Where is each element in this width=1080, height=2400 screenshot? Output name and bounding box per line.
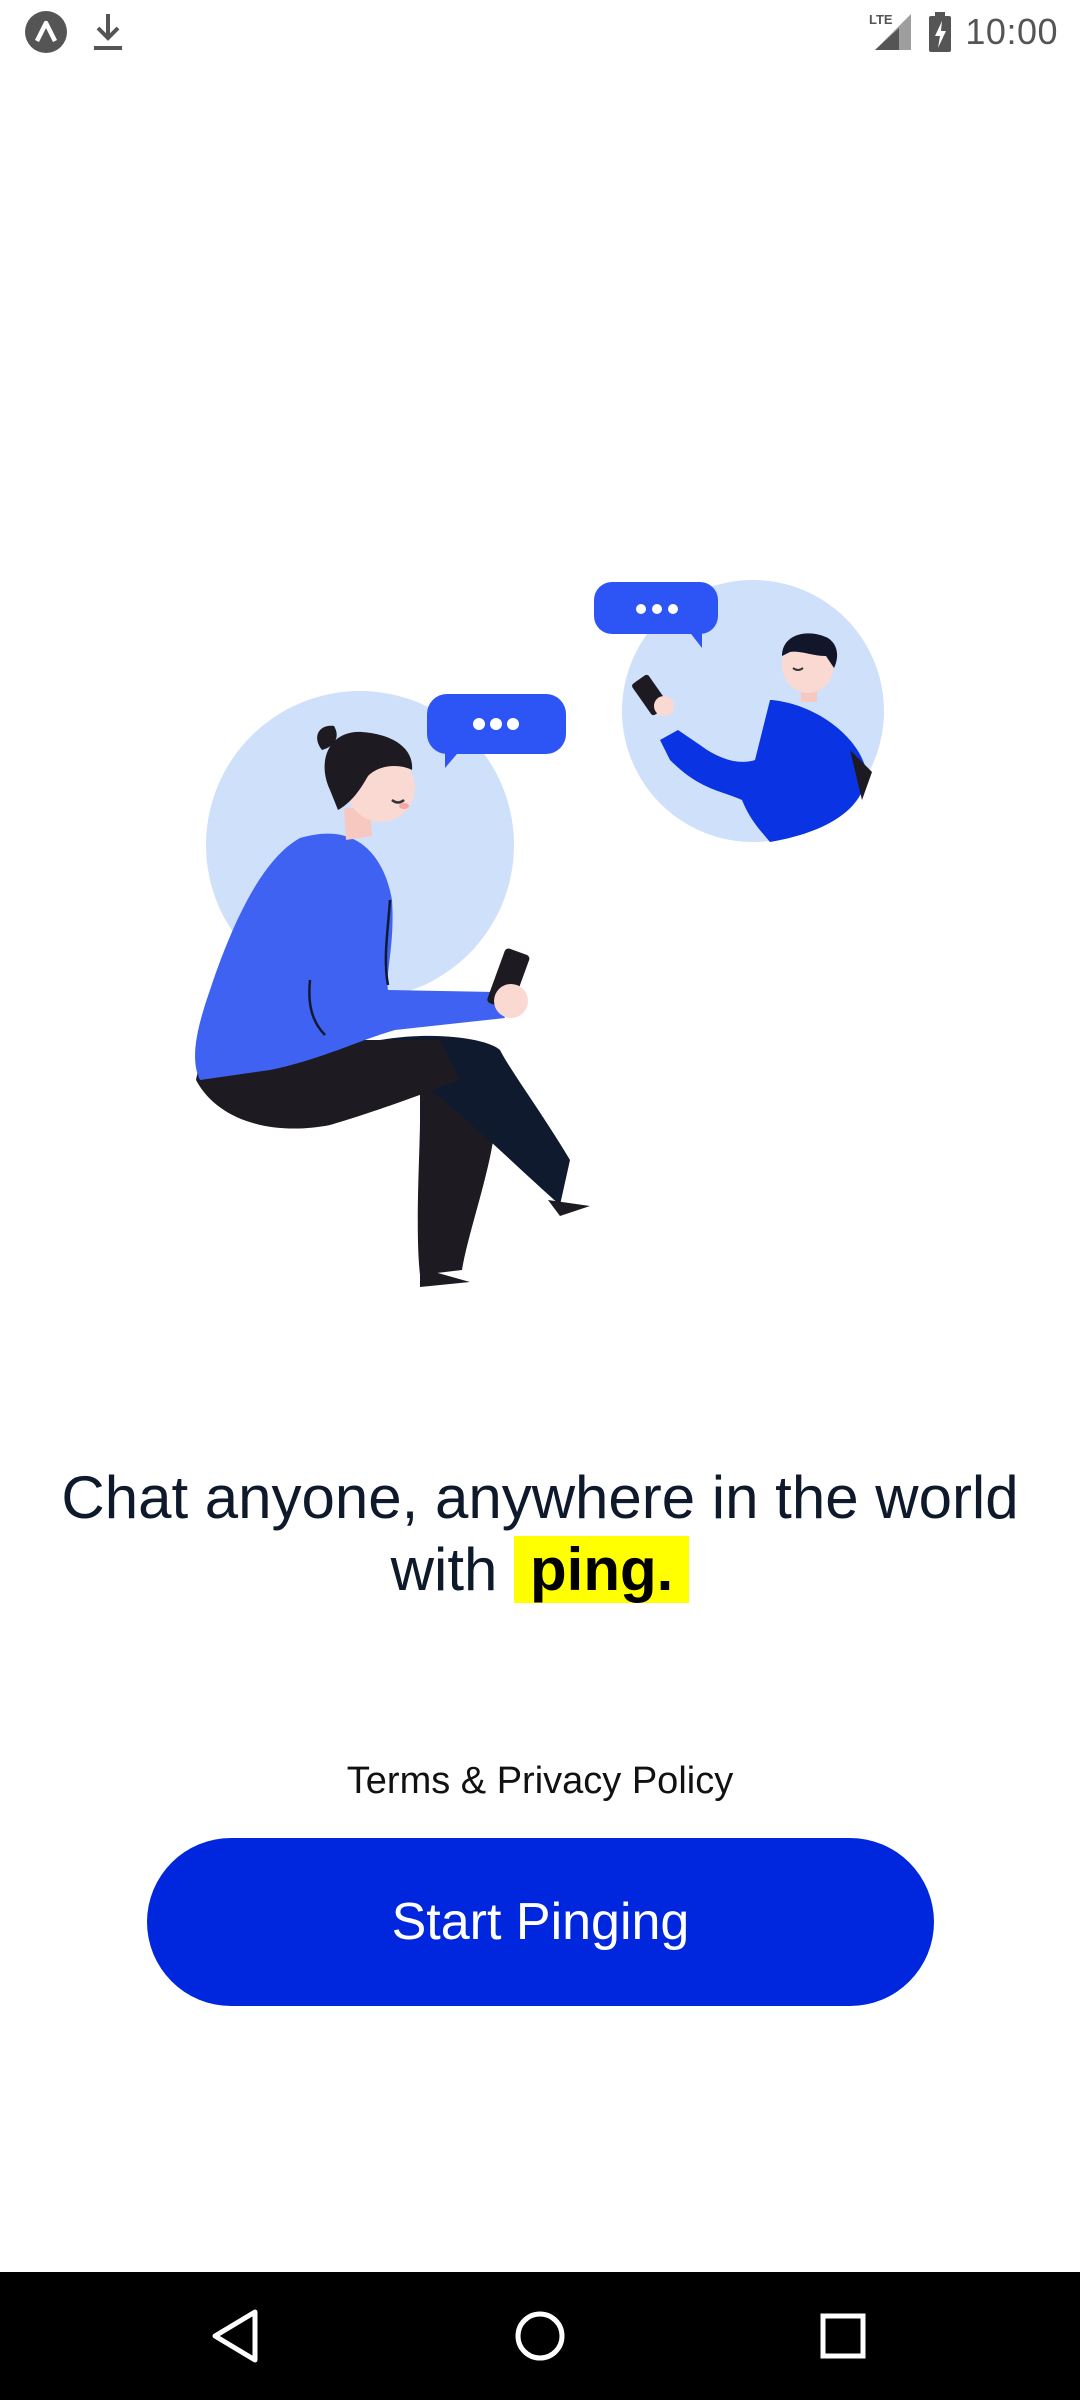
headline-line-1: Chat anyone, anywhere in the world xyxy=(61,1464,1019,1531)
brand-name-highlight: ping. xyxy=(514,1536,690,1603)
system-nav-bar xyxy=(0,2272,1080,2400)
headline: Chat anyone, anywhere in the world with … xyxy=(40,1462,1040,1606)
headline-with-text: with xyxy=(390,1536,498,1603)
chat-bubble-icon xyxy=(427,694,566,768)
headline-line-2: with ping. xyxy=(40,1534,1040,1606)
back-icon[interactable] xyxy=(197,2296,277,2376)
terms-privacy-link[interactable]: Terms & Privacy Policy xyxy=(0,1760,1080,1803)
start-pinging-button[interactable]: Start Pinging xyxy=(147,1838,934,2006)
hero-illustration xyxy=(195,580,884,1287)
recents-icon[interactable] xyxy=(803,2296,883,2376)
home-icon[interactable] xyxy=(500,2296,580,2376)
